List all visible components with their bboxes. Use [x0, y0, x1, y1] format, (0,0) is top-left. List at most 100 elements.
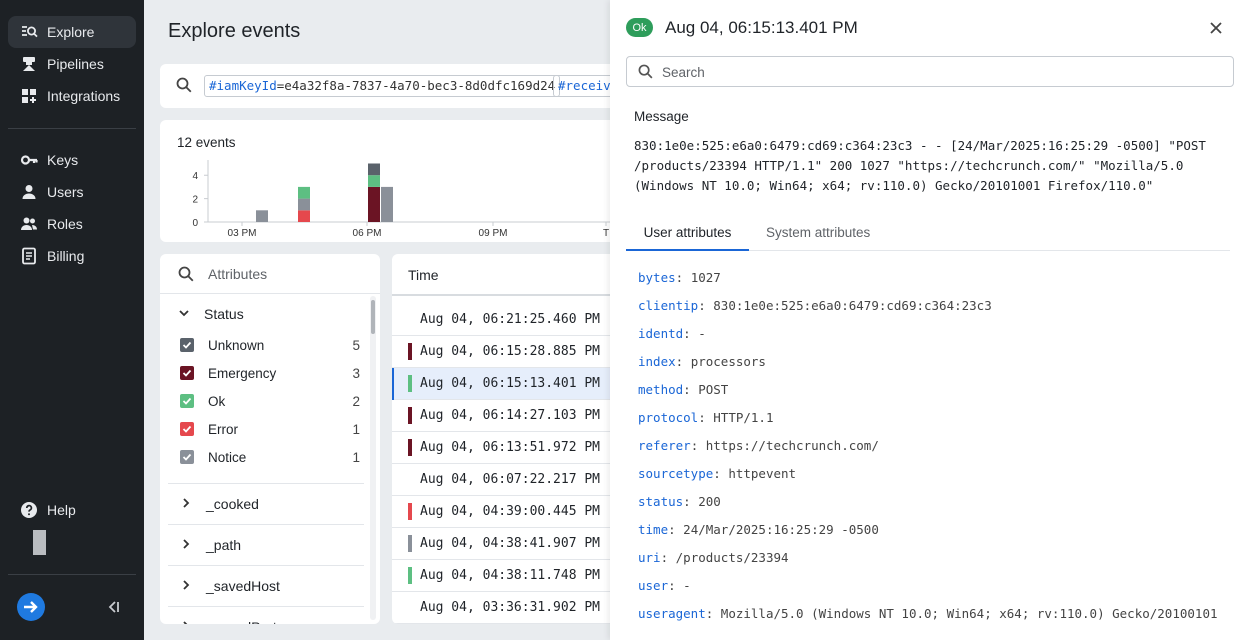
status-filter-label: Error — [208, 421, 238, 437]
event-time: Aug 04, 04:38:11.748 PM — [420, 568, 601, 583]
attribute-value: 200 — [698, 494, 721, 509]
histogram-bar-segment[interactable] — [298, 210, 310, 222]
attribute-value: - — [683, 578, 691, 593]
status-color-bar — [408, 535, 412, 552]
page-title: Explore events — [168, 20, 301, 42]
attribute-key: bytes — [638, 270, 676, 285]
status-filter-row[interactable]: Error 1 — [180, 418, 360, 440]
event-row[interactable]: Aug 04, 06:14:27.103 PM — [392, 400, 632, 432]
user-avatar[interactable] — [33, 530, 46, 555]
attributes-scrollbar-thumb[interactable] — [371, 300, 375, 334]
event-row[interactable]: Aug 04, 03:36:31.902 PM — [392, 592, 632, 624]
nav-billing[interactable]: Billing — [8, 240, 136, 272]
checkbox-checked-icon[interactable] — [180, 394, 194, 408]
detail-search-input[interactable]: Search — [626, 56, 1234, 87]
event-row[interactable]: Aug 04, 04:39:00.445 PM — [392, 496, 632, 528]
nav-integrations[interactable]: Integrations — [8, 80, 136, 112]
event-row[interactable]: Aug 04, 04:38:11.748 PM — [392, 560, 632, 592]
event-row[interactable]: Aug 04, 06:15:28.885 PM — [392, 336, 632, 368]
event-row[interactable]: Aug 04, 06:13:51.972 PM — [392, 432, 632, 464]
event-detail-panel: Ok Aug 04, 06:15:13.401 PM Search Messag… — [610, 0, 1250, 640]
query-tag[interactable]: #receiv — [553, 75, 616, 97]
chevron-right-icon — [180, 537, 192, 553]
attribute-key: index — [638, 354, 676, 369]
nav-pipelines[interactable]: Pipelines — [8, 48, 136, 80]
status-color-bar — [408, 439, 412, 456]
events-list: Time Aug 04, 06:21:25.460 PM Aug 04, 06:1… — [392, 254, 632, 624]
histogram-bar-segment[interactable] — [256, 210, 268, 222]
attribute-group-label: _path — [206, 537, 242, 553]
nav-roles[interactable]: Roles — [8, 208, 136, 240]
status-group-label: Status — [204, 306, 244, 322]
column-header-time[interactable]: Time — [392, 254, 632, 296]
status-filter-row[interactable]: Emergency 3 — [180, 362, 360, 384]
status-color-bar — [408, 407, 412, 424]
selected-indicator — [392, 368, 394, 400]
nav-keys[interactable]: Keys — [8, 144, 136, 176]
sidebar-divider — [8, 574, 136, 575]
attributes-search[interactable]: Attributes — [160, 254, 380, 294]
attribute-key: protocol — [638, 410, 699, 425]
event-row[interactable]: Aug 04, 06:07:22.217 PM — [392, 464, 632, 496]
status-filter-count: 2 — [352, 393, 360, 409]
histogram-bar-segment[interactable] — [298, 186, 310, 199]
attribute-row: user: - — [638, 578, 691, 593]
event-time: Aug 04, 06:21:25.460 PM — [420, 312, 601, 327]
attribute-group-row[interactable]: _path — [168, 524, 364, 565]
histogram-bar-segment[interactable] — [368, 186, 380, 222]
nav-explore[interactable]: Explore — [8, 16, 136, 48]
status-filter-label: Emergency — [208, 365, 277, 381]
histogram-bar-segment[interactable] — [298, 198, 310, 211]
status-color-bar — [408, 567, 412, 584]
event-row[interactable]: Aug 04, 06:15:13.401 PM — [392, 368, 632, 400]
attribute-group-row[interactable]: _cooked — [168, 483, 364, 524]
histogram-bar-segment[interactable] — [381, 186, 393, 222]
checkbox-checked-icon[interactable] — [180, 450, 194, 464]
status-filter-row[interactable]: Notice 1 — [180, 446, 360, 468]
event-detail-title: Aug 04, 06:15:13.401 PM — [665, 18, 858, 37]
checkbox-checked-icon[interactable] — [180, 366, 194, 380]
status-group-toggle[interactable]: Status — [178, 306, 244, 322]
nav-explore-label: Explore — [47, 24, 95, 40]
status-badge: Ok — [626, 18, 653, 37]
integrations-icon — [20, 87, 38, 105]
status-filter-label: Unknown — [208, 337, 265, 353]
status-filter-row[interactable]: Ok 2 — [180, 390, 360, 412]
attribute-separator: : — [675, 270, 691, 285]
event-row[interactable]: Aug 04, 06:21:25.460 PM — [392, 304, 632, 336]
event-time: Aug 04, 06:13:51.972 PM — [420, 440, 601, 455]
x-tick-label: 09 PM — [479, 228, 508, 239]
attribute-row: clientip: 830:1e0e:525:e6a0:6479:cd69:c3… — [638, 298, 992, 313]
attribute-key: useragent — [638, 606, 706, 621]
histogram-bar-segment[interactable] — [368, 175, 380, 187]
attribute-key: uri — [638, 550, 661, 565]
status-filter-row[interactable]: Unknown 5 — [180, 334, 360, 356]
attribute-key: method — [638, 382, 684, 397]
tab-system-attributes[interactable]: System attributes — [766, 216, 870, 251]
nav-users[interactable]: Users — [8, 176, 136, 208]
event-time: Aug 04, 04:38:41.907 PM — [420, 536, 601, 551]
event-row[interactable]: Aug 04, 04:38:41.907 PM — [392, 528, 632, 560]
attributes-scrollbar[interactable] — [370, 296, 376, 620]
checkbox-checked-icon[interactable] — [180, 338, 194, 352]
nav-help[interactable]: Help — [8, 494, 136, 526]
close-icon[interactable] — [1206, 18, 1226, 38]
sidebar: Explore Pipelines Integrations Keys User… — [0, 0, 144, 640]
attribute-value: POST — [698, 382, 729, 397]
attribute-group-row[interactable]: _savedPort — [168, 606, 364, 624]
query-tag[interactable]: #iamKeyId=e4a32f8a-7837-4a70-bec3-8d0dfc… — [204, 75, 561, 97]
status-filter-count: 1 — [352, 449, 360, 465]
attribute-key: sourcetype — [638, 466, 714, 481]
collapse-sidebar-icon[interactable] — [104, 598, 122, 616]
query-bar[interactable]: #iamKeyId=e4a32f8a-7837-4a70-bec3-8d0dfc… — [160, 64, 620, 108]
attribute-value: HTTP/1.1 — [713, 410, 774, 425]
status-filter-count: 1 — [352, 421, 360, 437]
status-filter-count: 3 — [352, 365, 360, 381]
histogram-bar-segment[interactable] — [368, 163, 380, 176]
attribute-group-row[interactable]: _savedHost — [168, 565, 364, 606]
tab-user-attributes[interactable]: User attributes — [626, 216, 749, 251]
pipelines-icon — [20, 55, 38, 73]
y-tick-label: 4 — [192, 171, 198, 182]
logo-icon[interactable] — [17, 593, 45, 621]
checkbox-checked-icon[interactable] — [180, 422, 194, 436]
